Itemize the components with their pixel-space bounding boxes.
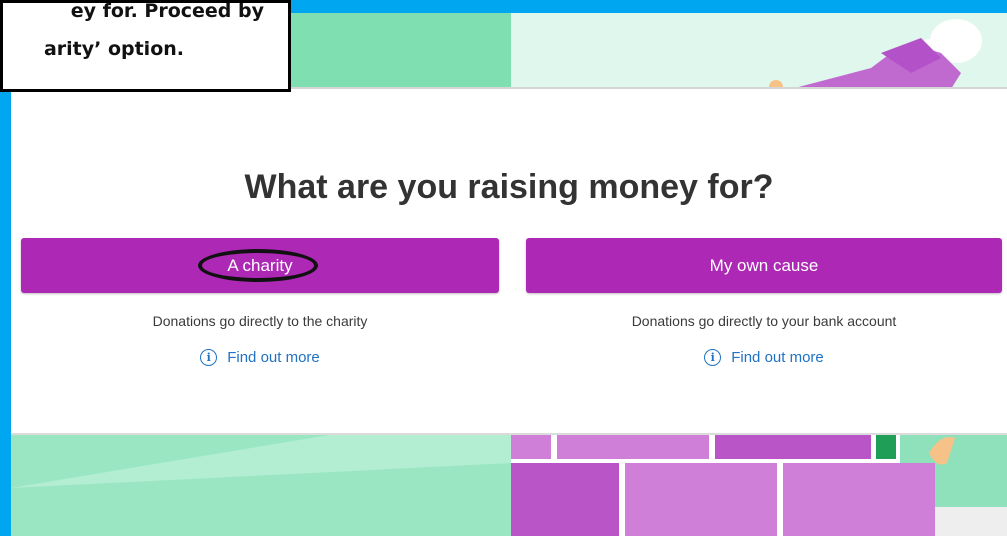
tile-shape (511, 433, 551, 459)
tile-shape (935, 507, 1007, 536)
tile-shape (557, 433, 709, 459)
instruction-line-1: ey for. Proceed by (70, 0, 264, 22)
my-own-cause-button-label: My own cause (709, 255, 819, 275)
charity-description: Donations go directly to the charity (152, 313, 368, 329)
tile-shape (783, 463, 935, 536)
own-cause-find-out-more-label: Find out more (731, 349, 824, 366)
a-charity-button-label: A charity (227, 255, 293, 275)
footer-illustration (11, 433, 1007, 536)
info-circle-icon: i (200, 349, 218, 366)
own-cause-find-out-more-link[interactable]: i Find out more (526, 349, 1002, 366)
instruction-line-2: arity’ option. (43, 38, 184, 60)
tile-shape (625, 463, 777, 536)
info-circle-icon: i (704, 349, 722, 366)
charity-find-out-more-link[interactable]: i Find out more (21, 349, 499, 366)
tile-shape (715, 433, 871, 459)
own-cause-description: Donations go directly to your bank accou… (631, 313, 897, 329)
page-title: What are you raising money for? (244, 167, 774, 206)
charity-find-out-more-label: Find out more (227, 349, 320, 366)
tutorial-instruction-callout: ey for. Proceed by arity’ option. (0, 0, 291, 92)
tile-shape (876, 433, 896, 459)
a-charity-button[interactable]: A charity (21, 238, 499, 293)
my-own-cause-button[interactable]: My own cause (526, 238, 1002, 293)
tile-shape (511, 463, 619, 536)
footer-divider (11, 433, 1007, 435)
footer-banner-illustration (11, 433, 1007, 536)
